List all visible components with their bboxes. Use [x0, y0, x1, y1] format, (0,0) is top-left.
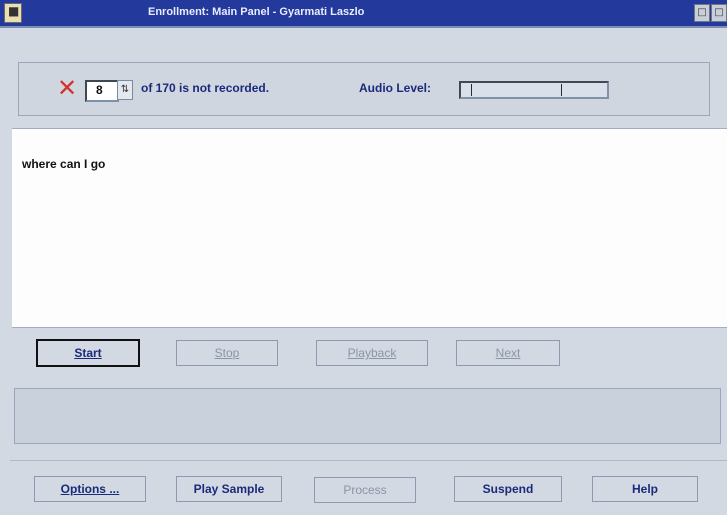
sentence-number-value: 8: [96, 83, 103, 97]
playback-button[interactable]: Playback: [316, 340, 428, 366]
audio-level-meter: [459, 81, 609, 99]
play-sample-button-label: Play Sample: [193, 482, 265, 496]
title-bar[interactable]: ■ Enrollment: Main Panel - Gyarmati Lasz…: [0, 0, 727, 28]
play-sample-button[interactable]: Play Sample: [176, 476, 282, 502]
sentence-spin-button[interactable]: ⇅: [117, 80, 133, 100]
help-button[interactable]: Help: [592, 476, 698, 502]
divider: [10, 460, 727, 461]
maximize-button[interactable]: □: [711, 4, 727, 22]
playback-button-label: Playback: [347, 346, 397, 360]
status-text: of 170 is not recorded.: [141, 81, 270, 95]
system-menu-icon[interactable]: ■: [4, 3, 22, 23]
meter-tick: [471, 84, 472, 96]
suspend-button-label: Suspend: [482, 482, 534, 496]
x-icon: ✕: [57, 74, 78, 102]
start-button-label: Start: [74, 346, 102, 360]
options-button[interactable]: Options ...: [34, 476, 146, 502]
phrase-display-area: where can I go: [12, 128, 727, 328]
audio-level-label: Audio Level:: [359, 81, 432, 95]
process-button[interactable]: Process: [314, 477, 416, 503]
message-panel: [14, 388, 721, 444]
meter-tick: [561, 84, 562, 96]
help-button-label: Help: [631, 482, 658, 496]
next-button[interactable]: Next: [456, 340, 560, 366]
sentence-number-field[interactable]: 8: [85, 80, 119, 102]
system-menu-glyph: ■: [8, 4, 20, 18]
enrollment-window: ■ Enrollment: Main Panel - Gyarmati Lasz…: [0, 0, 727, 515]
stop-button-label: Stop: [214, 346, 240, 360]
start-button[interactable]: Start: [36, 339, 140, 367]
window-title: Enrollment: Main Panel - Gyarmati Laszlo: [148, 6, 365, 18]
process-button-label: Process: [343, 483, 387, 497]
minimize-button[interactable]: □: [694, 4, 710, 22]
stop-button[interactable]: Stop: [176, 340, 278, 366]
suspend-button[interactable]: Suspend: [454, 476, 562, 502]
next-button-label: Next: [495, 346, 521, 360]
status-panel: ✕ 8 ⇅ of 170 is not recorded. Audio Leve…: [18, 62, 710, 116]
phrase-text: where can I go: [22, 157, 106, 171]
options-button-label: Options ...: [60, 482, 120, 496]
